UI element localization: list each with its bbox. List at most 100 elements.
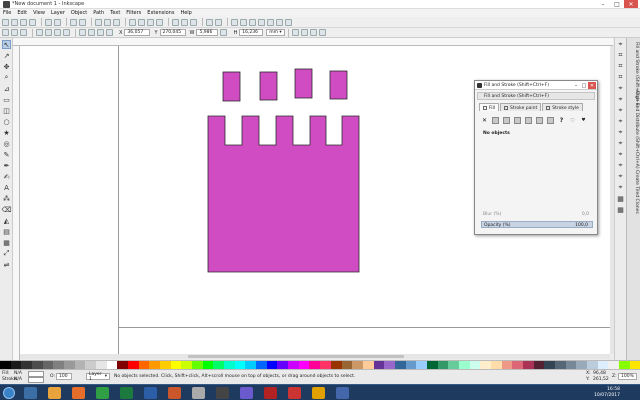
new-document-icon[interactable] bbox=[2, 18, 9, 26]
fill-rule-evenodd-icon[interactable]: ◌ bbox=[569, 117, 576, 124]
tab-fill[interactable]: Fill bbox=[479, 103, 500, 111]
lower-to-bottom-icon[interactable] bbox=[106, 29, 113, 36]
taskbar-clock[interactable]: 16:58 10/07/2017 bbox=[594, 387, 620, 399]
spray-tool-icon[interactable]: ⁂ bbox=[2, 194, 11, 203]
copy-icon[interactable] bbox=[95, 18, 102, 26]
raise-to-top-icon[interactable] bbox=[79, 29, 86, 36]
merlon-rect-1[interactable] bbox=[222, 71, 241, 102]
dialog-title-bar[interactable]: Fill and Stroke (Shift+Ctrl+F) – □ ✕ bbox=[475, 81, 597, 90]
blur-row[interactable]: Blur (%) 0,0 bbox=[481, 211, 593, 218]
no-paint-icon[interactable]: ✕ bbox=[481, 117, 488, 124]
redo-icon[interactable] bbox=[79, 18, 86, 26]
selector-tool-icon[interactable]: ↖ bbox=[2, 40, 11, 49]
flip-vertical-icon[interactable] bbox=[63, 29, 70, 36]
merlon-rect-3[interactable] bbox=[294, 68, 313, 99]
taskbar-app-icon[interactable] bbox=[264, 387, 277, 399]
align-icon[interactable] bbox=[267, 18, 274, 26]
tweak-tool-icon[interactable]: ✥ bbox=[2, 62, 11, 71]
paste-icon[interactable] bbox=[113, 18, 120, 26]
layer-select[interactable]: Layer 1 ▾ bbox=[86, 372, 110, 382]
start-button[interactable] bbox=[3, 387, 15, 399]
swatch-icon[interactable] bbox=[547, 117, 554, 124]
dock-tab-align[interactable]: Align and Distribute (Shift+Ctrl+A) bbox=[629, 90, 639, 169]
measure-tool-icon[interactable]: ⊿ bbox=[2, 84, 11, 93]
open-icon[interactable] bbox=[11, 18, 18, 26]
rectangle-tool-icon[interactable]: ▭ bbox=[2, 95, 11, 104]
dock-tab-tiled-clones[interactable]: Create Tiled Clones bbox=[629, 170, 639, 214]
scale-stroke-icon[interactable] bbox=[291, 29, 299, 36]
preferences-icon[interactable] bbox=[276, 18, 283, 26]
ellipse-tool-icon[interactable]: ○ bbox=[2, 117, 11, 126]
fill-stroke-icon[interactable] bbox=[231, 18, 238, 26]
xml-editor-icon[interactable] bbox=[258, 18, 265, 26]
zoom-input[interactable]: 100% bbox=[618, 373, 637, 380]
document-properties-icon[interactable] bbox=[285, 18, 292, 26]
opacity-value[interactable]: 100,0 bbox=[575, 223, 588, 228]
layers-icon[interactable] bbox=[249, 18, 256, 26]
unit-select[interactable]: mm ▾ bbox=[266, 29, 285, 36]
ungroup-icon[interactable] bbox=[215, 18, 222, 26]
snap-bbox-corner-icon[interactable]: ⌗ bbox=[616, 73, 625, 82]
taskbar-app-icon[interactable] bbox=[96, 387, 109, 399]
snap-rotation-icon[interactable]: ⌖ bbox=[616, 161, 625, 170]
snap-nodes-icon[interactable]: ⌖ bbox=[616, 84, 625, 93]
zoom-drawing-icon[interactable] bbox=[138, 18, 145, 26]
zoom-width-icon[interactable] bbox=[156, 18, 163, 26]
pen-tool-icon[interactable]: ✒ bbox=[2, 161, 11, 170]
deselect-icon[interactable] bbox=[20, 29, 27, 36]
import-icon[interactable] bbox=[45, 18, 52, 26]
lower-icon[interactable] bbox=[97, 29, 104, 36]
menu-filters[interactable]: Filters bbox=[126, 10, 141, 16]
menu-path[interactable]: Path bbox=[93, 10, 104, 16]
flat-color-icon[interactable] bbox=[492, 117, 499, 124]
duplicate-icon[interactable] bbox=[172, 18, 179, 26]
menu-edit[interactable]: Edit bbox=[17, 10, 27, 16]
dialog-close-button[interactable]: ✕ bbox=[588, 82, 596, 89]
taskbar-app-icon[interactable] bbox=[48, 387, 61, 399]
menu-file[interactable]: File bbox=[3, 10, 11, 16]
snap-cusp-icon[interactable]: ⌖ bbox=[616, 117, 625, 126]
horizontal-scroll-thumb[interactable] bbox=[188, 355, 404, 358]
w-input[interactable]: 5,986 bbox=[196, 29, 219, 36]
star-tool-icon[interactable]: ★ bbox=[2, 128, 11, 137]
3d-box-tool-icon[interactable]: ◫ bbox=[2, 106, 11, 115]
pencil-tool-icon[interactable]: ✎ bbox=[2, 150, 11, 159]
tab-stroke-style[interactable]: Stroke style bbox=[542, 103, 583, 111]
node-tool-icon[interactable]: ↗ bbox=[2, 51, 11, 60]
undo-icon[interactable] bbox=[70, 18, 77, 26]
snap-page-icon[interactable]: ⌖ bbox=[616, 183, 625, 192]
export-icon[interactable] bbox=[54, 18, 61, 26]
zoom-selection-icon[interactable] bbox=[129, 18, 136, 26]
snap-guide-icon[interactable]: ▦ bbox=[616, 205, 625, 214]
snap-centers-icon[interactable]: ⌖ bbox=[616, 150, 625, 159]
linear-gradient-icon[interactable] bbox=[503, 117, 510, 124]
taskbar-app-icon[interactable] bbox=[216, 387, 229, 399]
gradient-tool-icon[interactable]: ▤ bbox=[2, 227, 11, 236]
snap-intersections-icon[interactable]: ⌖ bbox=[616, 106, 625, 115]
tab-stroke-paint[interactable]: Stroke paint bbox=[500, 103, 542, 111]
mesh-tool-icon[interactable]: ▦ bbox=[2, 238, 11, 247]
castle-wall-shape[interactable] bbox=[207, 115, 360, 273]
merlon-rect-2[interactable] bbox=[259, 71, 278, 101]
raise-icon[interactable] bbox=[88, 29, 95, 36]
snap-bbox-edge-icon[interactable]: ⌗ bbox=[616, 62, 625, 71]
save-icon[interactable] bbox=[20, 18, 27, 26]
snap-grid-icon[interactable]: ▦ bbox=[616, 194, 625, 203]
rotate-ccw-icon[interactable] bbox=[36, 29, 43, 36]
taskbar-app-icon[interactable] bbox=[72, 387, 85, 399]
taskbar-app-icon[interactable] bbox=[120, 387, 133, 399]
menu-view[interactable]: View bbox=[33, 10, 45, 16]
mesh-gradient-icon[interactable] bbox=[525, 117, 532, 124]
connector-tool-icon[interactable]: ⇌ bbox=[2, 260, 11, 269]
menu-object[interactable]: Object bbox=[71, 10, 87, 16]
bucket-tool-icon[interactable]: ◭ bbox=[2, 216, 11, 225]
horizontal-ruler[interactable] bbox=[13, 38, 613, 46]
transform-gradients-icon[interactable] bbox=[309, 29, 317, 36]
h-input[interactable]: 16,236 bbox=[239, 29, 264, 36]
horizontal-scrollbar[interactable] bbox=[20, 354, 610, 359]
zoom-tool-icon[interactable]: ⌕ bbox=[2, 73, 11, 82]
rotate-cw-icon[interactable] bbox=[45, 29, 52, 36]
print-icon[interactable] bbox=[29, 18, 36, 26]
transform-patterns-icon[interactable] bbox=[318, 29, 326, 36]
select-all-icon[interactable] bbox=[2, 29, 9, 36]
